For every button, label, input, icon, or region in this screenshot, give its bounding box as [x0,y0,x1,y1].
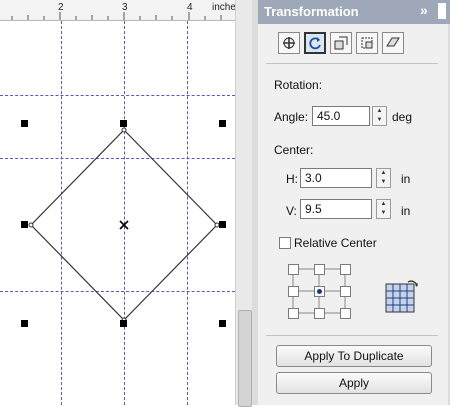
center-v-unit-label: in [401,204,411,218]
apply-to-duplicate-button[interactable]: Apply To Duplicate [276,345,432,367]
angle-spinner[interactable]: ▲ ▼ [372,106,387,126]
separator [266,335,438,336]
relative-center-checkbox[interactable] [279,237,291,249]
selection-handle[interactable] [219,320,226,327]
scrollbar-thumb[interactable] [238,310,252,407]
transformation-docker: Transformation » Rotation: Angle: 45.0 ▲… [258,0,450,405]
vertical-scrollbar[interactable] [235,0,253,407]
position-icon[interactable] [278,32,300,54]
center-h-spinner[interactable]: ▲ ▼ [376,168,391,188]
angle-input[interactable]: 45.0 [312,106,370,126]
selection-handle[interactable] [219,221,226,228]
selection-handle[interactable] [120,320,127,327]
apply-button[interactable]: Apply [276,372,432,394]
separator [266,63,438,64]
double-chevron-right-icon[interactable]: » [420,2,428,18]
center-v-spinner[interactable]: ▲ ▼ [376,199,391,219]
selection-handle[interactable] [21,120,28,127]
selection-handle[interactable] [219,120,226,127]
center-section-label: Center: [274,143,314,157]
center-v-input[interactable]: 9.5 [300,199,372,219]
relative-center-label: Relative Center [294,236,377,250]
skew-icon[interactable] [382,32,404,54]
v-label: V: [286,204,297,218]
center-h-input[interactable]: 3.0 [300,168,372,188]
center-h-unit-label: in [401,172,411,186]
rotate-icon[interactable] [304,32,326,54]
close-icon[interactable] [438,3,446,19]
selection-handle[interactable] [120,120,127,127]
size-icon[interactable] [356,32,378,54]
docker-title: Transformation [264,4,359,19]
selection-handle[interactable] [21,221,28,228]
angle-label: Angle: [274,110,309,124]
rotated-square-shape[interactable] [0,0,235,405]
h-label: H: [286,172,298,186]
anchor-grid-lines [292,268,346,314]
angle-unit-label: deg [392,110,413,124]
scale-mirror-icon[interactable] [330,32,352,54]
drawing-canvas[interactable]: 2 3 4 inches [0,0,235,405]
rotation-preview-icon [385,280,418,313]
selection-handle[interactable] [21,320,28,327]
rotation-section-label: Rotation: [274,78,323,92]
docker-title-bar[interactable]: Transformation » [258,0,450,24]
